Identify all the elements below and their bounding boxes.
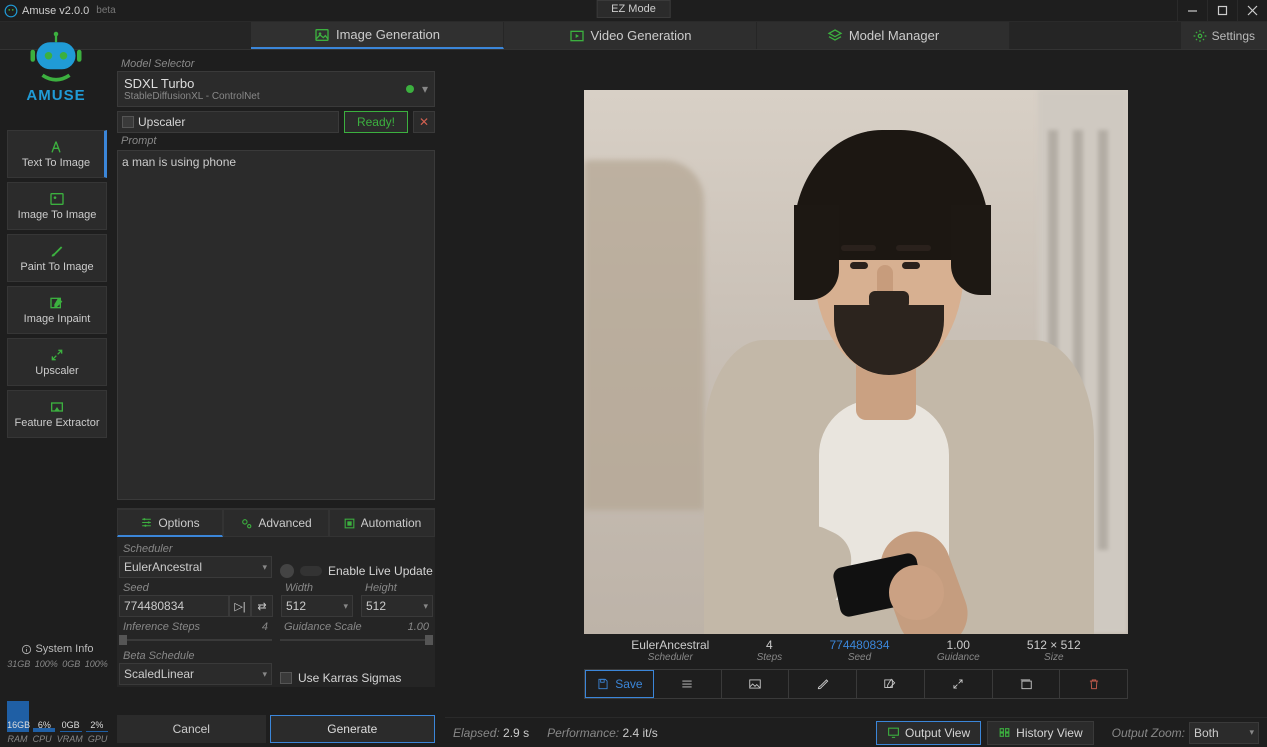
- beta-label: beta: [96, 5, 115, 16]
- edit-icon: [49, 295, 65, 311]
- output-meta: EulerAncestralScheduler 4Steps 774480834…: [584, 638, 1128, 663]
- height-select[interactable]: 512▾: [361, 595, 433, 617]
- image-icon: [314, 27, 330, 43]
- list-icon: [680, 677, 694, 691]
- logo-text: AMUSE: [26, 87, 85, 104]
- status-dot-icon: [406, 85, 414, 93]
- close-button[interactable]: [1237, 0, 1267, 22]
- guidance-slider[interactable]: [280, 634, 433, 646]
- text-icon: [48, 139, 64, 155]
- tab-model-manager[interactable]: Model Manager: [757, 22, 1010, 49]
- system-info: System Info 31GB 100% 0GB 100% 16GB 6% 0…: [5, 643, 110, 744]
- robot-icon: [26, 31, 86, 85]
- tab-video-generation[interactable]: Video Generation: [504, 22, 757, 49]
- bottom-bar: Elapsed: 2.9 s Performance: 2.4 it/s Out…: [445, 717, 1267, 747]
- save-button[interactable]: Save: [585, 670, 654, 698]
- output-view-button[interactable]: Output View: [876, 721, 981, 745]
- prompt-input[interactable]: a man is using phone: [117, 150, 435, 500]
- extract-icon: [49, 399, 65, 415]
- zoom-label: Output Zoom:: [1112, 726, 1185, 740]
- gear-icon: [1193, 29, 1207, 43]
- automation-icon: [343, 517, 356, 530]
- image-icon: [49, 191, 65, 207]
- gears-icon: [240, 517, 253, 530]
- expand-icon: [49, 347, 65, 363]
- nav-image-inpaint[interactable]: Image Inpaint: [7, 286, 107, 334]
- width-select[interactable]: 512▾: [281, 595, 353, 617]
- beta-schedule-select[interactable]: ScaledLinear▾: [119, 663, 272, 685]
- output-toolbar: Save: [584, 669, 1128, 699]
- nav-feature-extractor[interactable]: Feature Extractor: [7, 390, 107, 438]
- brush-icon: [816, 677, 830, 691]
- output-image: [584, 90, 1128, 634]
- seed-link[interactable]: 774480834: [829, 638, 889, 652]
- ready-badge: Ready!: [344, 111, 408, 133]
- app-icon: [4, 4, 18, 18]
- prompt-label: Prompt: [117, 133, 435, 148]
- cancel-button[interactable]: Cancel: [117, 715, 266, 743]
- tab-image-generation[interactable]: Image Generation: [251, 22, 504, 49]
- karras-checkbox[interactable]: Use Karras Sigmas: [280, 671, 433, 685]
- history-view-button[interactable]: History View: [987, 721, 1093, 745]
- generate-button[interactable]: Generate: [270, 715, 435, 743]
- chevron-down-icon: ▾: [262, 562, 267, 573]
- trash-icon: [1087, 677, 1101, 691]
- save-icon: [596, 677, 610, 691]
- info-icon: [21, 644, 32, 655]
- zoom-select[interactable]: Both▾: [1189, 722, 1259, 744]
- upscaler-checkbox[interactable]: Upscaler: [117, 111, 339, 133]
- seed-input[interactable]: 774480834: [119, 595, 229, 617]
- tab-automation[interactable]: Automation: [329, 509, 435, 537]
- elapsed-stat: Elapsed: 2.9 s: [453, 726, 529, 740]
- monitor-icon: [887, 726, 900, 739]
- live-update-toggle[interactable]: Enable Live Update: [280, 564, 433, 578]
- brush-button[interactable]: [789, 670, 857, 698]
- main-tab-row: Image Generation Video Generation Model …: [0, 22, 1267, 50]
- nav-paint-to-image[interactable]: Paint To Image: [7, 234, 107, 282]
- image-icon: [748, 677, 762, 691]
- brush-icon: [49, 243, 65, 259]
- tab-options[interactable]: Options: [117, 509, 223, 537]
- output-area: EulerAncestralScheduler 4Steps 774480834…: [445, 52, 1267, 747]
- seed-random-button[interactable]: ⇄: [251, 595, 273, 617]
- edit-icon: [883, 677, 897, 691]
- settings-button[interactable]: Settings: [1181, 22, 1267, 49]
- list-button[interactable]: [654, 670, 722, 698]
- clear-model-button[interactable]: ✕: [413, 111, 435, 133]
- image-button[interactable]: [722, 670, 790, 698]
- ez-mode-button[interactable]: EZ Mode: [596, 0, 671, 18]
- nav-text-to-image[interactable]: Text To Image: [7, 130, 107, 178]
- model-selector-label: Model Selector: [117, 56, 435, 71]
- title-bar: Amuse v2.0.0 beta EZ Mode: [0, 0, 1267, 22]
- delete-button[interactable]: [1060, 670, 1127, 698]
- parameters-panel: Model Selector SDXL Turbo StableDiffusio…: [117, 56, 435, 747]
- video-icon: [569, 28, 585, 44]
- maximize-button[interactable]: [1207, 0, 1237, 22]
- edit-button[interactable]: [857, 670, 925, 698]
- steps-slider[interactable]: [119, 634, 272, 646]
- app-title: Amuse v2.0.0: [22, 5, 89, 17]
- gallery-icon: [1019, 677, 1033, 691]
- performance-stat: Performance: 2.4 it/s: [547, 726, 658, 740]
- seed-next-button[interactable]: ▷|: [229, 595, 251, 617]
- stack-icon: [827, 28, 843, 44]
- minimize-button[interactable]: [1177, 0, 1207, 22]
- logo: AMUSE: [0, 22, 112, 112]
- scheduler-select[interactable]: EulerAncestral▾: [119, 556, 272, 578]
- expand-icon: [951, 677, 965, 691]
- grid-icon: [998, 726, 1011, 739]
- chevron-down-icon: ▾: [422, 82, 428, 96]
- expand-button[interactable]: [925, 670, 993, 698]
- tab-advanced[interactable]: Advanced: [223, 509, 329, 537]
- sliders-icon: [140, 516, 153, 529]
- gallery-button[interactable]: [993, 670, 1061, 698]
- nav-upscaler[interactable]: Upscaler: [7, 338, 107, 386]
- model-selector[interactable]: SDXL Turbo StableDiffusionXL - ControlNe…: [117, 71, 435, 107]
- nav-image-to-image[interactable]: Image To Image: [7, 182, 107, 230]
